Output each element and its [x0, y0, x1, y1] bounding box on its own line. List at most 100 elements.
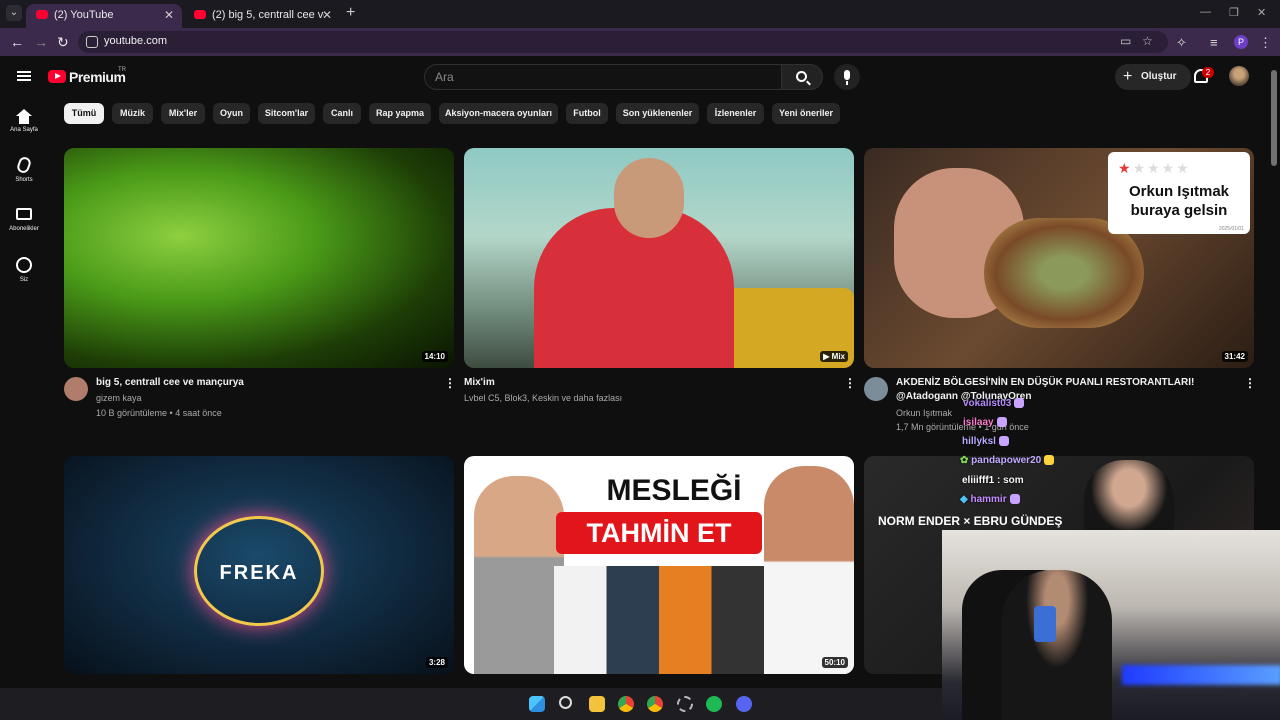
channel-name[interactable]: Orkun Işıtmak [896, 406, 952, 420]
search-input[interactable] [425, 65, 781, 89]
video-title[interactable]: big 5, centrall cee ve mançurya [96, 376, 436, 390]
tab-video[interactable]: (2) big 5, centrall cee ve mançu ✕ [184, 4, 340, 28]
bookmark-star-icon[interactable]: ☆ [1142, 34, 1153, 48]
chat-message: hillyksl [962, 435, 1009, 449]
emote-icon [996, 417, 1007, 428]
badge-icon: ✿ [960, 455, 972, 466]
rail-label: Ana Sayfa [10, 127, 38, 133]
chat-message: ◆ hammir [960, 493, 1020, 507]
chip-music[interactable]: Müzik [112, 103, 153, 124]
forward-button[interactable]: → [34, 34, 48, 50]
create-button[interactable]: + Oluştur [1115, 64, 1191, 90]
more-options-icon[interactable]: ⋮ [844, 376, 856, 390]
browser-menu-icon[interactable]: ⋮ [1259, 35, 1272, 51]
search-icon[interactable] [559, 696, 572, 709]
chip-mixes[interactable]: Mix'ler [161, 103, 205, 124]
chat-username: vokalist03 [963, 398, 1012, 409]
subscriptions-icon [16, 208, 32, 220]
chip-watched[interactable]: İzlenenler [707, 103, 764, 124]
chip-gaming[interactable]: Oyun [213, 103, 250, 124]
start-icon[interactable] [529, 696, 545, 712]
burger-graphic [984, 218, 1144, 328]
file-explorer-icon[interactable] [589, 696, 605, 712]
chip-all[interactable]: Tümü [64, 103, 104, 124]
rail-item-subscriptions[interactable]: Abonelikler [0, 208, 48, 232]
video-thumbnail[interactable]: 14:10 [64, 148, 454, 368]
youtube-logo-icon[interactable] [48, 70, 66, 83]
rating-card-title: Orkun Işıtmak buraya gelsin [1128, 183, 1230, 219]
mix-artists[interactable]: Lvbel C5, Blok3, Keskin ve daha fazlası [464, 391, 622, 405]
menu-hamburger-icon[interactable] [17, 71, 31, 81]
account-avatar[interactable] [1229, 66, 1249, 86]
cast-icon[interactable]: ▭ [1120, 34, 1131, 48]
channel-avatar[interactable] [64, 377, 88, 401]
region-code: TR [118, 67, 126, 73]
video-title[interactable]: Mix'im [464, 376, 824, 390]
rail-item-home[interactable]: Ana Sayfa [0, 109, 48, 133]
tab-youtube[interactable]: (2) YouTube ✕ [26, 4, 182, 28]
chip-recently-uploaded[interactable]: Son yüklenenler [616, 103, 699, 124]
more-options-icon[interactable]: ⋮ [444, 376, 456, 390]
badge-icon: ◆ [960, 494, 971, 505]
home-icon-base [19, 116, 29, 124]
spotify-icon[interactable] [706, 696, 722, 712]
create-label: Oluştur [1141, 71, 1177, 82]
channel-avatar[interactable] [864, 377, 888, 401]
page-scrollbar[interactable] [1271, 70, 1277, 166]
chrome-icon[interactable] [647, 696, 663, 712]
thumbnail-banner: TAHMİN ET [556, 512, 762, 554]
video-thumbnail[interactable]: MESLEĞİ TAHMİN ET 50:10 [464, 456, 854, 674]
video-thumbnail[interactable]: ★★★★★ Orkun Işıtmak buraya gelsin 2025/0… [864, 148, 1254, 368]
chip-action-adventure[interactable]: Aksiyon-macera oyunları [439, 103, 558, 124]
notification-badge: 2 [1202, 67, 1214, 78]
search-button[interactable] [781, 64, 823, 90]
chip-rap[interactable]: Rap yapma [369, 103, 431, 124]
phone-graphic [1034, 606, 1056, 642]
address-bar[interactable]: youtube.com ▭ ☆ [78, 31, 1168, 53]
rail-item-shorts[interactable]: Shorts [0, 155, 48, 183]
close-tab-icon[interactable]: ✕ [322, 4, 332, 26]
professions-graphic [554, 566, 764, 674]
chip-new-to-you[interactable]: Yeni öneriler [772, 103, 840, 124]
url-text: youtube.com [104, 35, 167, 47]
profile-avatar[interactable]: P [1234, 35, 1248, 49]
tab-title: (2) YouTube [54, 9, 114, 21]
duration-badge: 31:42 [1221, 351, 1248, 362]
new-tab-button[interactable]: + [346, 4, 355, 22]
chat-message: eliiifff1 : som [962, 475, 1024, 486]
chrome-icon[interactable] [618, 696, 634, 712]
browser-tab-strip: ⌄ (2) YouTube ✕ (2) big 5, centrall cee … [0, 0, 1280, 28]
channel-name[interactable]: gizem kaya [96, 391, 142, 405]
brand-name[interactable]: Premium [69, 69, 126, 85]
video-title[interactable]: AKDENİZ BÖLGESİ'NİN EN DÜŞÜK PUANLI REST… [896, 376, 1236, 390]
chip-football[interactable]: Futbol [566, 103, 608, 124]
extensions-icon[interactable]: ✧ [1176, 35, 1187, 51]
video-stats: 10 B görüntüleme • 4 saat önce [96, 408, 222, 418]
app-icon[interactable] [677, 696, 693, 712]
video-thumbnail[interactable]: FREKA 3:28 [64, 456, 454, 674]
maximize-button[interactable]: ❐ [1229, 6, 1239, 19]
chat-username: pandapower20 [971, 455, 1042, 466]
media-controls-icon[interactable]: ≡ [1210, 35, 1218, 50]
duration-badge: 3:28 [425, 657, 448, 668]
chat-username: hammir [970, 494, 1007, 505]
close-tab-icon[interactable]: ✕ [164, 4, 174, 26]
video-thumbnail[interactable]: ▶ Mix [464, 148, 854, 368]
rail-item-you[interactable]: Siz [0, 257, 48, 283]
chat-message: isilaay [963, 416, 1007, 430]
close-window-button[interactable]: ✕ [1257, 6, 1266, 19]
voice-search-icon[interactable] [834, 64, 860, 90]
chip-sitcoms[interactable]: Sitcom'lar [258, 103, 315, 124]
more-options-icon[interactable]: ⋮ [1244, 376, 1256, 390]
discord-icon[interactable] [736, 696, 752, 712]
chip-live[interactable]: Canlı [323, 103, 361, 124]
site-info-icon[interactable] [86, 36, 98, 48]
reload-button[interactable]: ↻ [57, 34, 69, 51]
home-icon [16, 109, 32, 116]
minimize-button[interactable]: — [1200, 6, 1211, 18]
tab-search-button[interactable]: ⌄ [6, 5, 22, 21]
emote-icon [998, 436, 1009, 447]
video-title-line2[interactable]: @Atadogann @TolunayOren [896, 390, 1236, 404]
chat-message: vokalist03 [963, 397, 1025, 411]
back-button[interactable]: ← [10, 34, 24, 50]
